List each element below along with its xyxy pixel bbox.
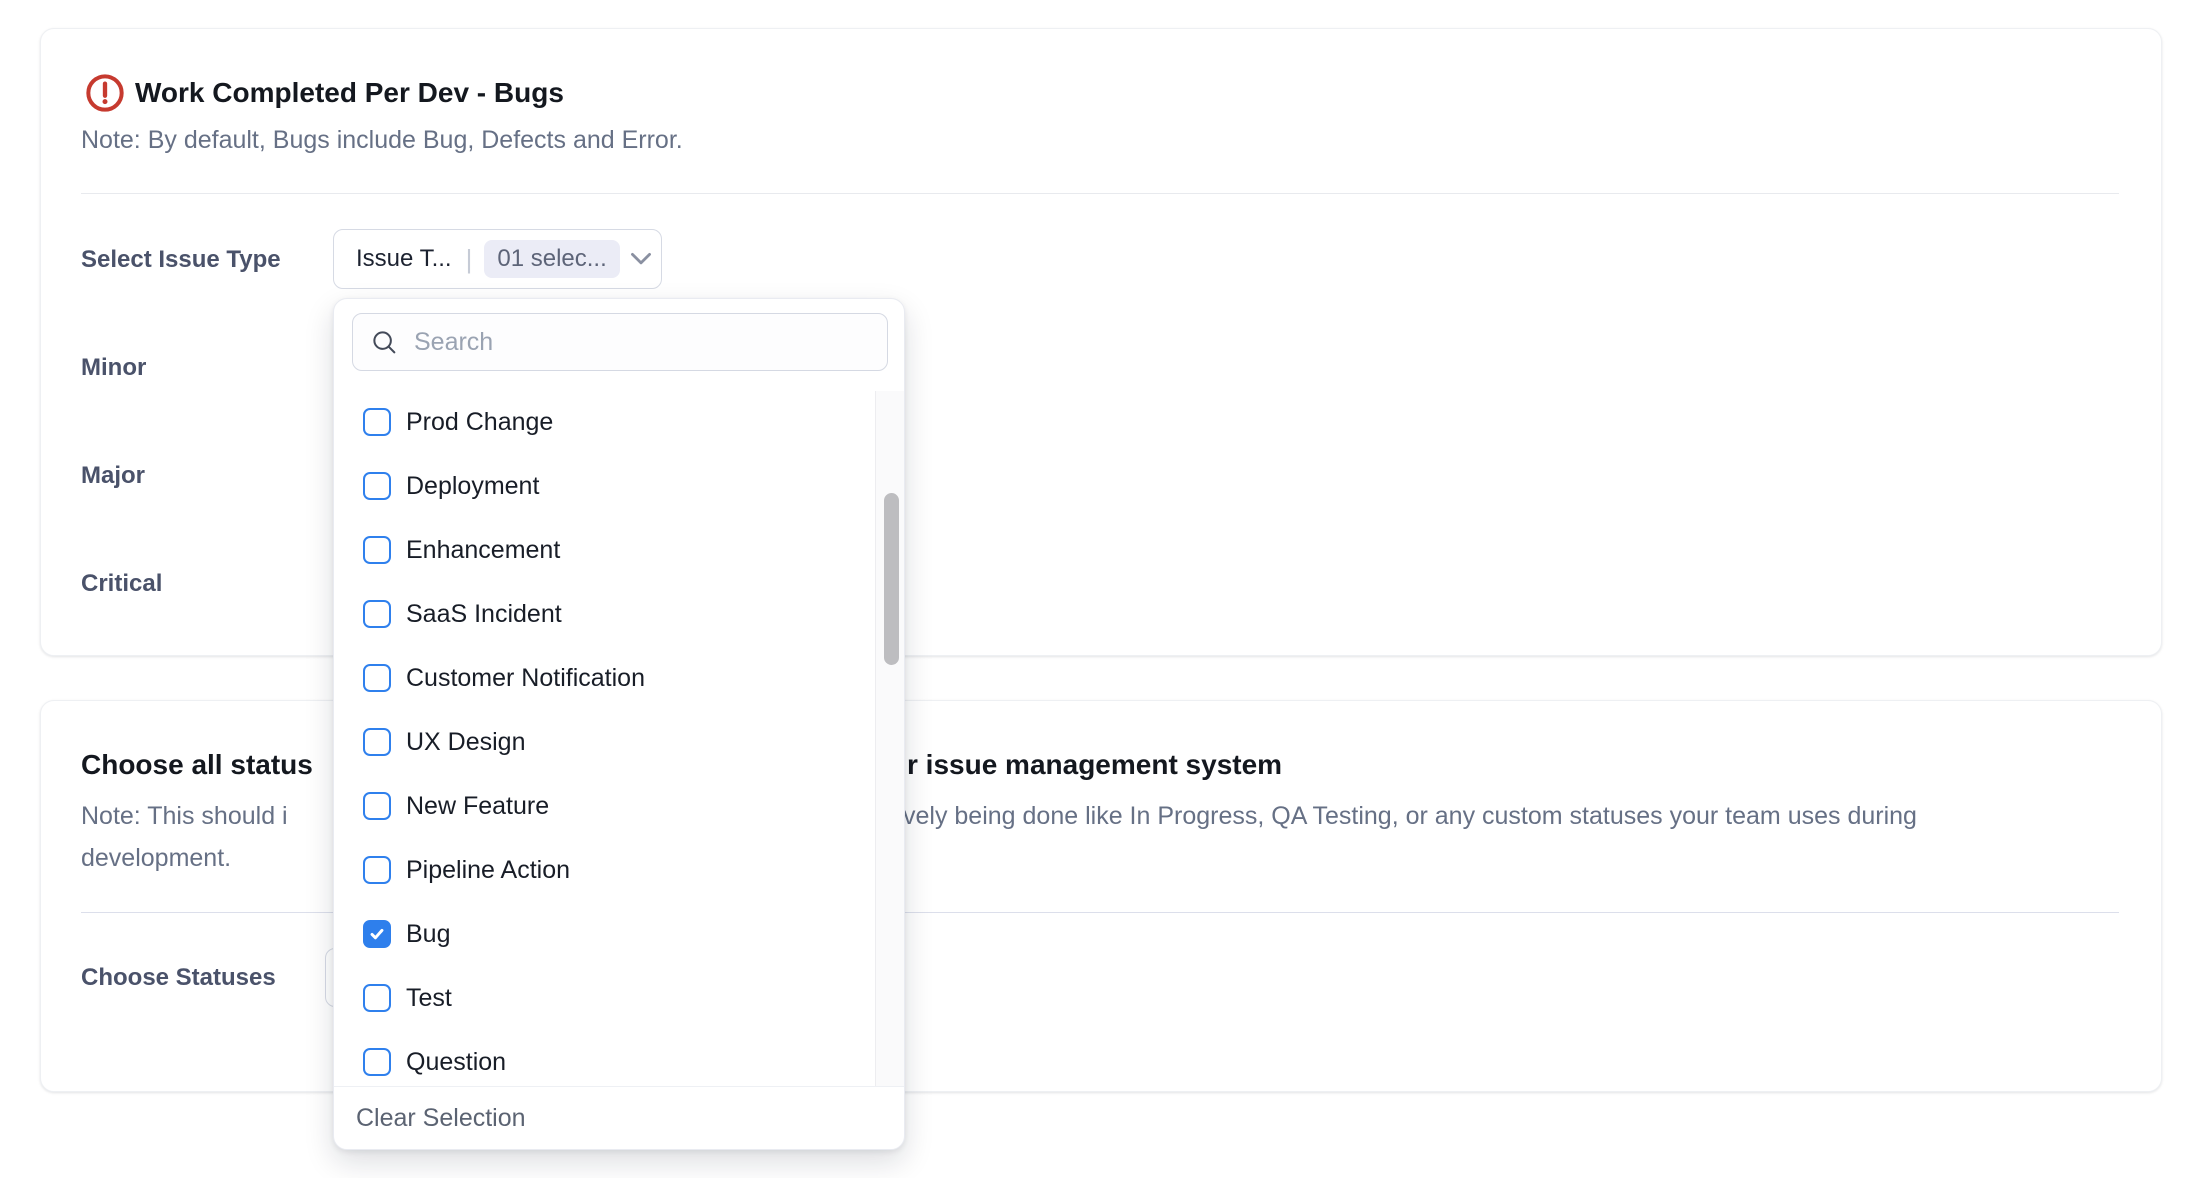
dropdown-option[interactable]: SaaS Incident	[334, 582, 875, 646]
dropdown-option[interactable]: Question	[334, 1030, 875, 1094]
card2-note-left: Note: This should i	[81, 800, 288, 832]
severity-minor-label: Minor	[81, 352, 146, 384]
option-label: New Feature	[406, 792, 549, 821]
choose-statuses-label: Choose Statuses	[81, 962, 276, 994]
dropdown-option[interactable]: UX Design	[334, 710, 875, 774]
checkbox-icon[interactable]	[363, 728, 391, 756]
divider	[81, 193, 2119, 194]
page: Work Completed Per Dev - Bugs Note: By d…	[0, 0, 2202, 1178]
option-label: Question	[406, 1048, 506, 1077]
severity-major-label: Major	[81, 460, 145, 492]
checkbox-icon[interactable]	[363, 856, 391, 884]
checkbox-icon[interactable]	[363, 1048, 391, 1076]
checkbox-icon[interactable]	[363, 536, 391, 564]
option-label: UX Design	[406, 728, 526, 757]
dropdown-option[interactable]: Deployment	[334, 454, 875, 518]
scrollbar-track[interactable]	[875, 391, 905, 1086]
option-label: SaaS Incident	[406, 600, 562, 629]
trigger-separator: |	[466, 244, 473, 275]
card2-heading-right: r issue management system	[907, 747, 1282, 783]
clear-selection-button[interactable]: Clear Selection	[356, 1102, 526, 1134]
card2-note-right: vely being done like In Progress, QA Tes…	[903, 800, 1917, 832]
severity-critical-label: Critical	[81, 568, 162, 600]
footer-divider	[334, 1086, 905, 1087]
card2-note-line2: development.	[81, 842, 231, 874]
checkbox-icon[interactable]	[363, 792, 391, 820]
checkbox-icon[interactable]	[363, 664, 391, 692]
checkbox-checked-icon[interactable]	[363, 920, 391, 948]
option-label: Test	[406, 984, 452, 1013]
alert-icon	[85, 73, 125, 113]
checkbox-icon[interactable]	[363, 984, 391, 1012]
checkbox-icon[interactable]	[363, 600, 391, 628]
dropdown-option[interactable]: Pipeline Action	[334, 838, 875, 902]
select-issue-type-label: Select Issue Type	[81, 244, 281, 276]
search-icon	[371, 329, 398, 356]
scrollbar-thumb[interactable]	[884, 493, 899, 665]
dropdown-option[interactable]: Enhancement	[334, 518, 875, 582]
chevron-down-icon	[630, 252, 652, 266]
dropdown-option[interactable]: New Feature	[334, 774, 875, 838]
dropdown-option[interactable]: Prod Change	[334, 390, 875, 454]
option-label: Customer Notification	[406, 664, 645, 693]
option-label: Bug	[406, 920, 450, 949]
checkbox-icon[interactable]	[363, 472, 391, 500]
search-box[interactable]	[352, 313, 888, 371]
card-title: Work Completed Per Dev - Bugs	[135, 73, 564, 113]
issue-type-dropdown: Prod Change Deployment Enhancement SaaS Inc…	[333, 298, 905, 1150]
trigger-label: Issue T...	[356, 245, 452, 273]
option-label: Enhancement	[406, 536, 560, 565]
selected-count-badge: 01 selec...	[484, 240, 619, 278]
dropdown-option[interactable]: Bug	[334, 902, 875, 966]
dropdown-option[interactable]: Test	[334, 966, 875, 1030]
dropdown-option[interactable]: Customer Notification	[334, 646, 875, 710]
search-input[interactable]	[412, 327, 871, 358]
issue-type-trigger-button[interactable]: Issue T... | 01 selec...	[333, 229, 662, 289]
checkbox-icon[interactable]	[363, 408, 391, 436]
option-label: Prod Change	[406, 408, 553, 437]
card-note: Note: By default, Bugs include Bug, Defe…	[81, 124, 683, 156]
card2-heading-left: Choose all status	[81, 747, 313, 783]
option-label: Pipeline Action	[406, 856, 570, 885]
option-label: Deployment	[406, 472, 539, 501]
